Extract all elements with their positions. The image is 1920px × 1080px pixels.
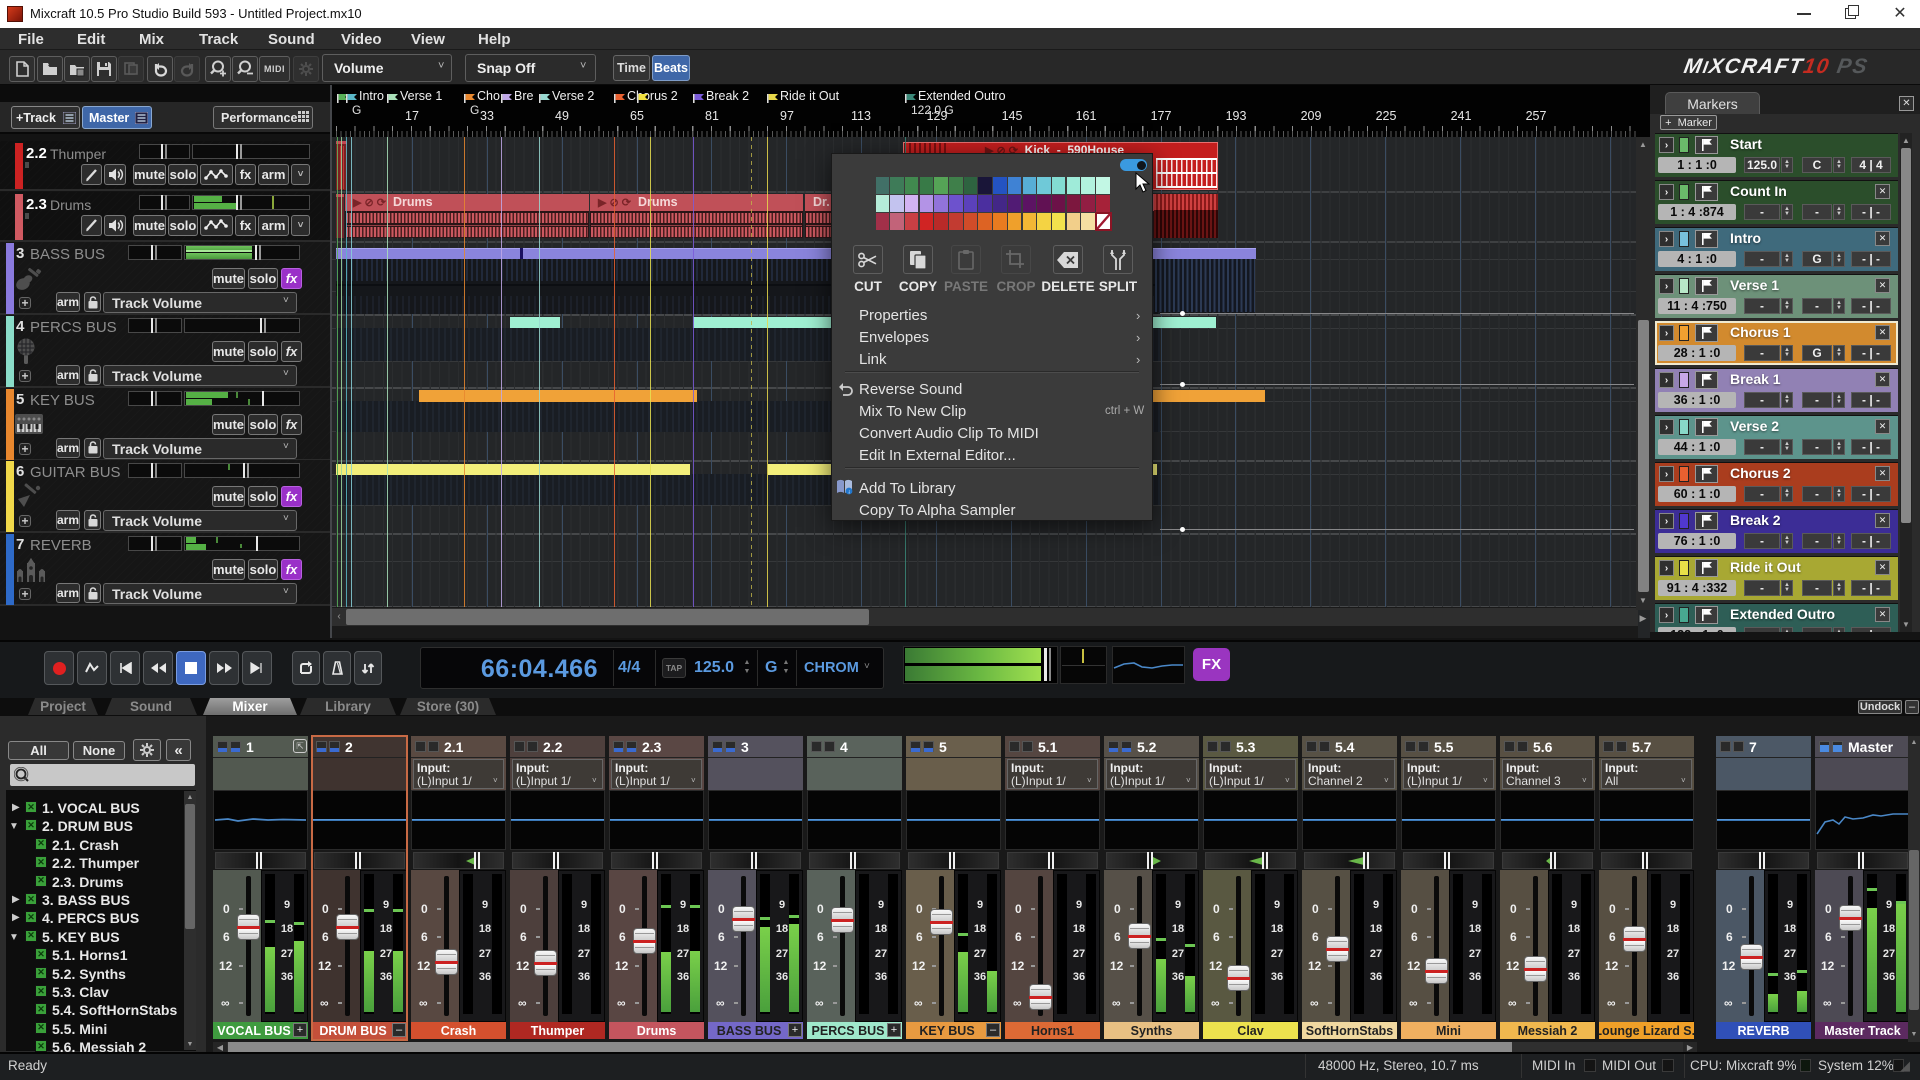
svg-text:↓: ↓ <box>848 490 851 495</box>
